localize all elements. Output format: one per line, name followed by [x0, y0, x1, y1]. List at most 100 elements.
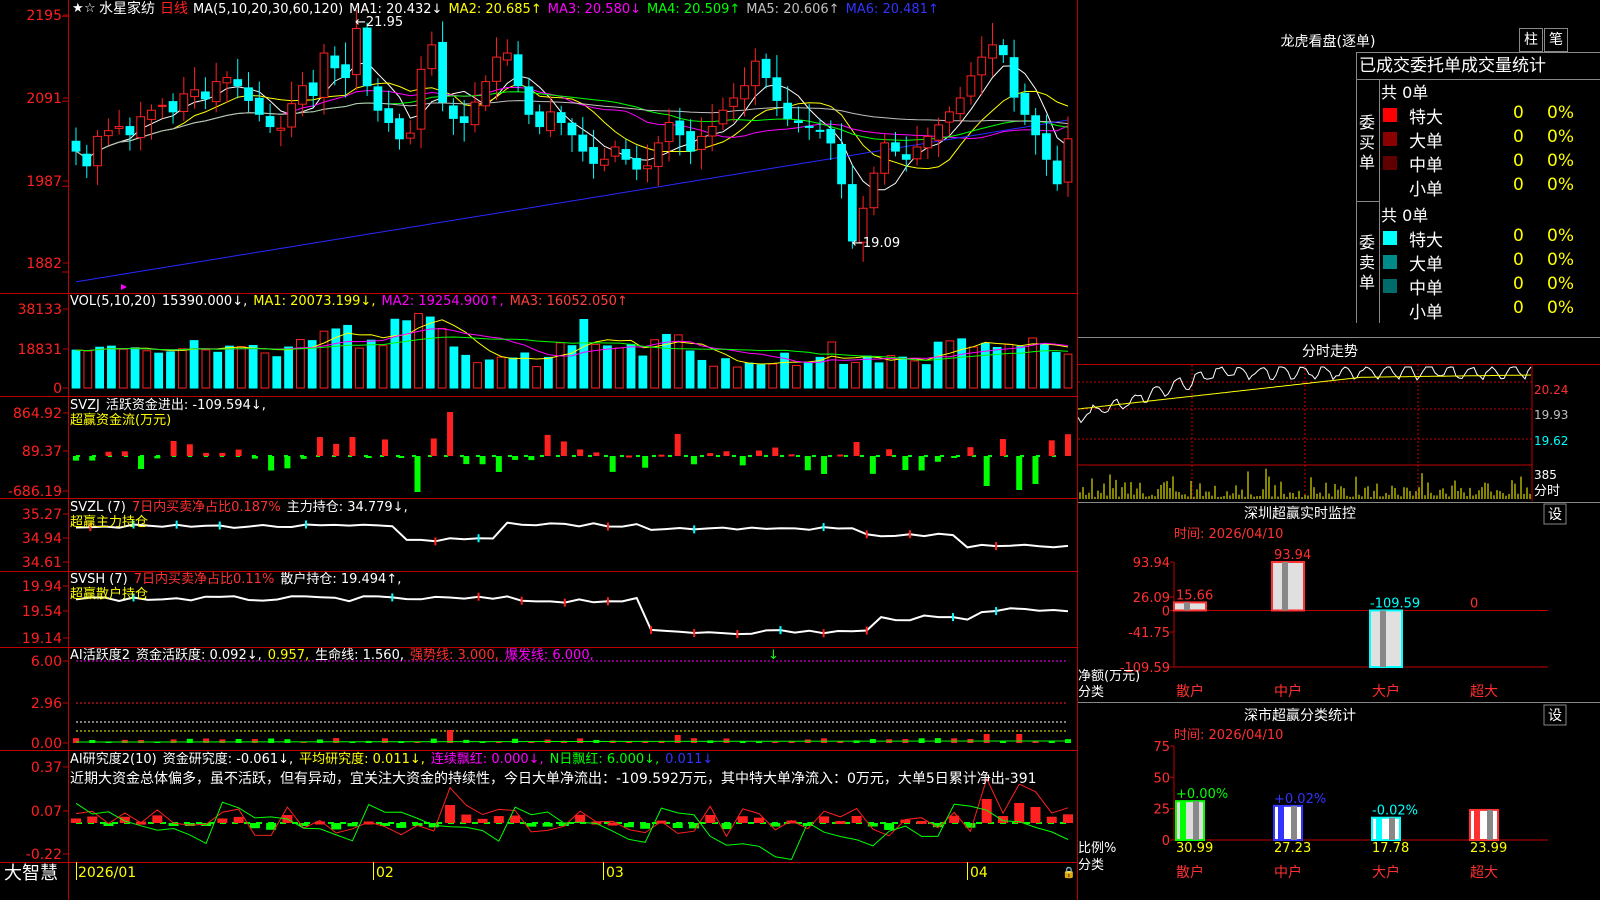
volume-bar[interactable]	[425, 316, 435, 389]
candle[interactable]	[438, 41, 447, 103]
volume-bar[interactable]	[449, 346, 459, 389]
volume-bar[interactable]	[555, 342, 565, 389]
candle[interactable]	[847, 184, 857, 242]
volume-bar[interactable]	[284, 346, 293, 389]
flow-bar[interactable]	[203, 452, 210, 456]
flow-bar[interactable]	[219, 452, 226, 456]
activity-bar[interactable]	[430, 738, 437, 743]
volume-bar[interactable]	[744, 362, 754, 389]
flow-bar[interactable]	[251, 456, 258, 459]
candle[interactable]	[1009, 57, 1019, 98]
flow-bar[interactable]	[268, 456, 275, 471]
flow-bar[interactable]	[642, 456, 649, 468]
research-bar[interactable]	[510, 815, 521, 823]
volume-bar[interactable]	[248, 344, 258, 389]
flow-bar[interactable]	[804, 456, 811, 471]
flow-bar[interactable]	[495, 456, 502, 472]
flow-bar[interactable]	[300, 456, 307, 459]
sz-settings-label[interactable]: 设	[1548, 507, 1562, 523]
flow-bar[interactable]	[837, 454, 844, 457]
research-bar[interactable]	[623, 823, 634, 828]
candle[interactable]	[1042, 133, 1051, 160]
activity-bar[interactable]	[1016, 734, 1023, 743]
candle[interactable]	[880, 142, 890, 174]
flow-bar[interactable]	[170, 440, 177, 456]
volume-bar[interactable]	[236, 346, 246, 389]
research-bar[interactable]	[152, 815, 163, 823]
volume-bar[interactable]	[378, 345, 388, 389]
flow-bar[interactable]	[690, 456, 697, 465]
volume-bar[interactable]	[945, 340, 955, 389]
flow-bar[interactable]	[398, 456, 405, 458]
flow-bar[interactable]	[138, 456, 145, 470]
flow-bar[interactable]	[544, 434, 551, 456]
volume-bar[interactable]	[189, 340, 199, 389]
activity-bar[interactable]	[251, 739, 258, 743]
volume-bar[interactable]	[1063, 353, 1073, 389]
candle[interactable]	[567, 122, 577, 136]
research-bar[interactable]	[737, 816, 748, 823]
star-outline-icon[interactable]: ☆	[84, 1, 96, 16]
candle[interactable]	[556, 112, 566, 123]
candle[interactable]	[470, 101, 480, 126]
candle[interactable]	[1020, 92, 1030, 115]
candle[interactable]	[891, 142, 900, 152]
candle[interactable]	[449, 105, 458, 119]
flow-bar[interactable]	[381, 439, 388, 456]
research-bar[interactable]	[396, 823, 407, 828]
candle[interactable]	[632, 157, 642, 170]
volume-bar[interactable]	[732, 366, 742, 389]
flow-bar[interactable]	[577, 449, 584, 456]
volume-bar[interactable]	[272, 356, 282, 389]
activity-bar[interactable]	[219, 739, 226, 743]
research-bar[interactable]	[997, 816, 1008, 823]
research-bar[interactable]	[71, 818, 81, 823]
flow-bar[interactable]	[934, 456, 941, 462]
sz-bar-1[interactable]	[1271, 561, 1305, 612]
volume-bar[interactable]	[791, 365, 801, 389]
volume-bar[interactable]	[768, 363, 778, 389]
candle[interactable]	[589, 147, 598, 164]
candle[interactable]	[815, 129, 825, 132]
volume-bar[interactable]	[355, 347, 364, 389]
volume-bar[interactable]	[862, 355, 872, 389]
flow-bar[interactable]	[593, 452, 600, 456]
volume-bar[interactable]	[343, 324, 353, 389]
volume-bar[interactable]	[95, 346, 105, 389]
candle[interactable]	[136, 116, 146, 139]
volume-bar[interactable]	[107, 345, 116, 389]
candle[interactable]	[254, 97, 264, 115]
candle[interactable]	[351, 28, 361, 76]
candle[interactable]	[988, 44, 997, 59]
research-bar[interactable]	[1063, 814, 1073, 823]
volume-bar[interactable]	[933, 341, 943, 389]
volume-bar[interactable]	[898, 356, 908, 389]
research-bar[interactable]	[217, 818, 228, 823]
research-bar[interactable]	[461, 814, 472, 823]
candle[interactable]	[912, 146, 922, 160]
volume-bar[interactable]	[980, 342, 990, 389]
flow-bar[interactable]	[447, 412, 454, 456]
volume-bar[interactable]	[685, 350, 695, 389]
sh-stats-chart[interactable]: 深市超赢分类统计 设 时间: 2026/04/10 75 50 25 0 +0.00% 3…	[1078, 702, 1600, 900]
candle[interactable]	[923, 135, 933, 149]
sz-bar-2[interactable]	[1369, 609, 1403, 668]
candle[interactable]	[675, 120, 685, 136]
research-bar[interactable]	[835, 821, 846, 825]
activity-bar[interactable]	[316, 739, 323, 743]
activity-bar[interactable]	[723, 738, 730, 743]
candle[interactable]	[761, 58, 771, 79]
research-bar[interactable]	[981, 799, 992, 823]
activity-bar[interactable]	[690, 738, 697, 743]
activity-bar[interactable]	[772, 741, 779, 743]
research-bar[interactable]	[526, 823, 537, 827]
bar-mode-button[interactable]: 柱	[1519, 28, 1543, 52]
research-bar[interactable]	[640, 823, 651, 829]
volume-bar[interactable]	[626, 343, 636, 389]
candle[interactable]	[837, 144, 846, 185]
candle[interactable]	[481, 81, 491, 107]
research-bar[interactable]	[1030, 807, 1041, 823]
volume-bar[interactable]	[130, 347, 140, 389]
research-bar[interactable]	[1014, 803, 1025, 823]
volume-bar[interactable]	[803, 361, 813, 389]
